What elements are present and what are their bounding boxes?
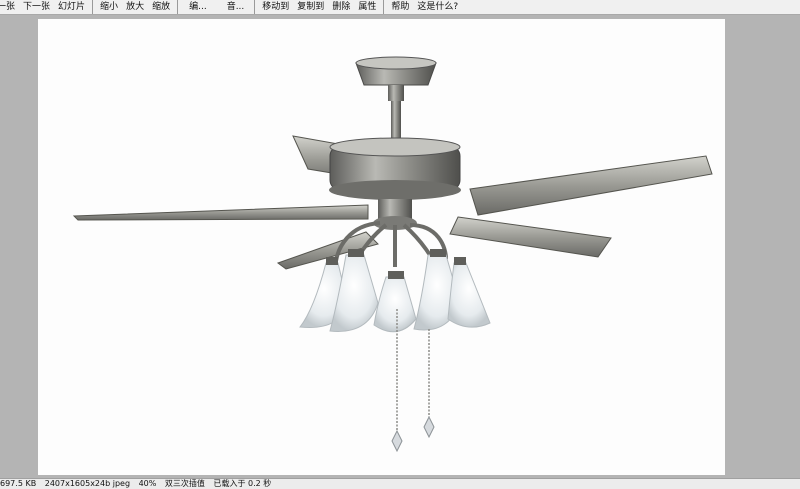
move-to-button[interactable]: 移动到 — [258, 0, 293, 14]
interpolation-text: 双三次插值 — [164, 479, 205, 488]
whats-this-button[interactable]: 这是什么? — [413, 0, 462, 14]
displayed-photo — [38, 19, 725, 475]
toolbar-divider — [92, 0, 94, 14]
load-time-text: 已载入于 0.2 秒 — [213, 479, 272, 488]
zoom-out-button[interactable]: 缩小 — [96, 0, 122, 14]
properties-button[interactable]: 属性 — [354, 0, 380, 14]
toolbar: 上一张 下一张 幻灯片 缩小 放大 缩放 编... 音... 移动到 复制到 删… — [0, 0, 800, 15]
prev-image-button[interactable]: 上一张 — [0, 0, 19, 14]
slideshow-button[interactable]: 幻灯片 — [54, 0, 89, 14]
zoom-level-text: 40% — [138, 479, 157, 488]
image-dimensions-text: 2407x1605x24b jpeg — [44, 479, 131, 488]
status-bar: 697.5 KB 2407x1605x24b jpeg 40% 双三次插值 已载… — [0, 478, 800, 489]
audio-button[interactable]: 音... — [211, 0, 249, 14]
toolbar-divider — [177, 0, 179, 14]
next-image-button[interactable]: 下一张 — [19, 0, 54, 14]
delete-button[interactable]: 删除 — [328, 0, 354, 14]
copy-to-button[interactable]: 复制到 — [293, 0, 328, 14]
toolbar-divider — [254, 0, 256, 14]
toolbar-divider — [383, 0, 385, 14]
file-size-text: 697.5 KB — [0, 479, 37, 488]
scale-button[interactable]: 缩放 — [148, 0, 174, 14]
image-viewport[interactable] — [0, 15, 800, 478]
ceiling-fan-illustration — [72, 56, 713, 453]
edit-button[interactable]: 编... — [181, 0, 211, 14]
zoom-in-button[interactable]: 放大 — [122, 0, 148, 14]
help-button[interactable]: 帮助 — [387, 0, 413, 14]
